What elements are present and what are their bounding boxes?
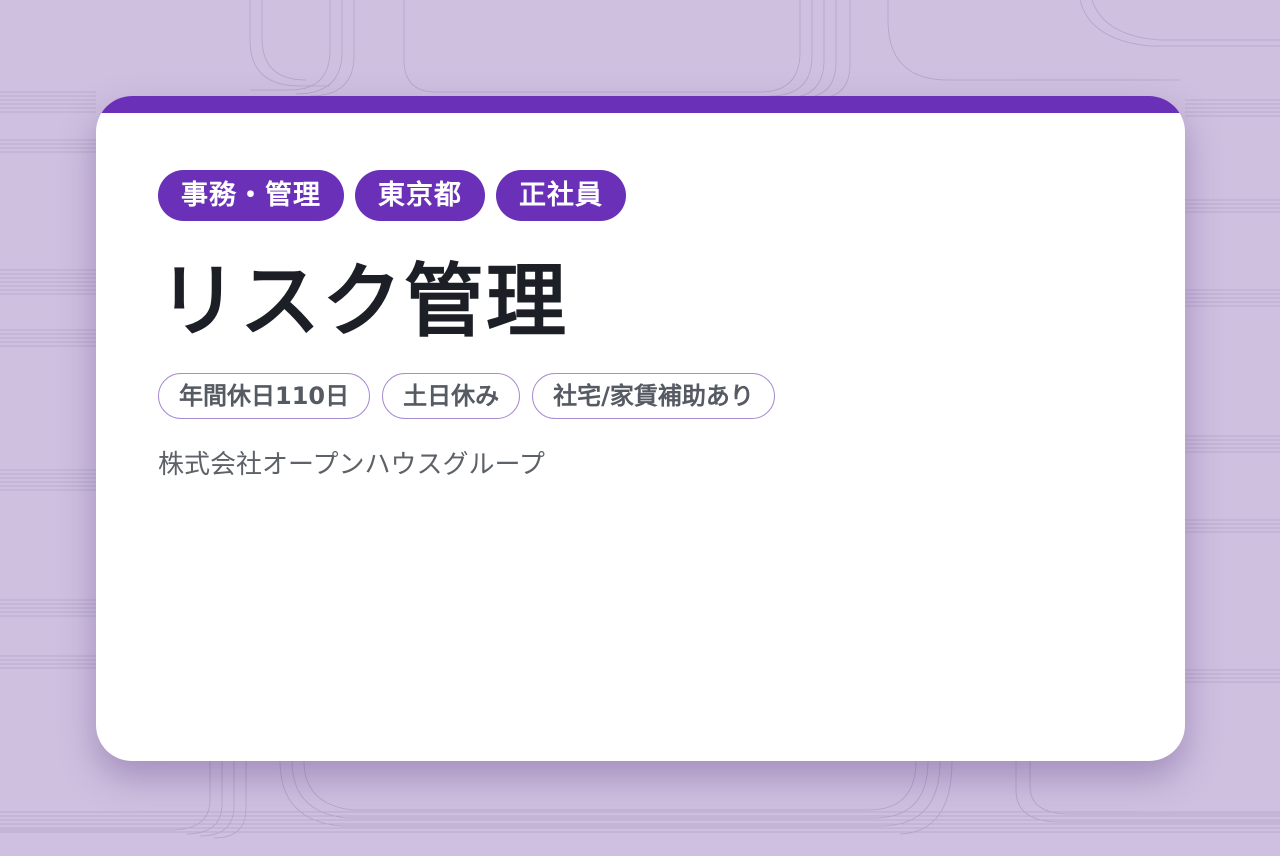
- category-tags: 事務・管理 東京都 正社員: [158, 170, 626, 221]
- job-title: リスク管理: [158, 255, 568, 348]
- card-accent-bar: [96, 96, 1185, 113]
- feature-tag-holidays: 年間休日110日: [158, 373, 371, 419]
- category-tag-employment-type: 正社員: [496, 170, 626, 221]
- feature-tag-housing-support: 社宅/家賃補助あり: [532, 373, 775, 419]
- category-tag-location: 東京都: [355, 170, 485, 221]
- job-card[interactable]: 事務・管理 東京都 正社員 リスク管理 年間休日110日 土日休み 社宅/家賃補…: [96, 96, 1185, 761]
- feature-tag-weekends-off: 土日休み: [382, 373, 521, 419]
- category-tag-job-type: 事務・管理: [158, 170, 344, 221]
- company-name: 株式会社オープンハウスグループ: [158, 450, 545, 480]
- feature-tags: 年間休日110日 土日休み 社宅/家賃補助あり: [158, 373, 775, 419]
